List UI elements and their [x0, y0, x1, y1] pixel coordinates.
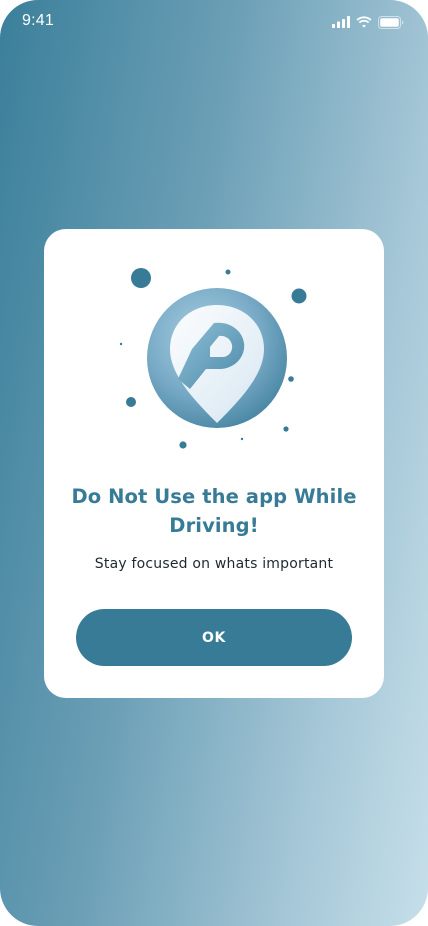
dialog-title: Do Not Use the app While Driving! — [44, 482, 384, 540]
parking-location-pin-icon — [119, 268, 307, 449]
dialog-subtitle: Stay focused on whats important — [94, 556, 334, 572]
ok-button[interactable]: OK — [76, 609, 352, 666]
cellular-signal-icon — [332, 16, 350, 28]
status-icons — [332, 15, 404, 29]
battery-icon — [378, 15, 404, 29]
phone-screen: 9:41 Do Not Use the app While Driving! S… — [0, 0, 428, 926]
dialog-title-line-1: Do Not Use the app While — [71, 485, 357, 508]
dialog-title-line-2: Driving! — [169, 514, 259, 537]
status-bar: 9:41 — [0, 0, 428, 44]
wifi-icon — [356, 16, 372, 28]
status-time: 9:41 — [22, 12, 54, 29]
driving-warning-dialog: Do Not Use the app While Driving! Stay f… — [44, 229, 384, 698]
